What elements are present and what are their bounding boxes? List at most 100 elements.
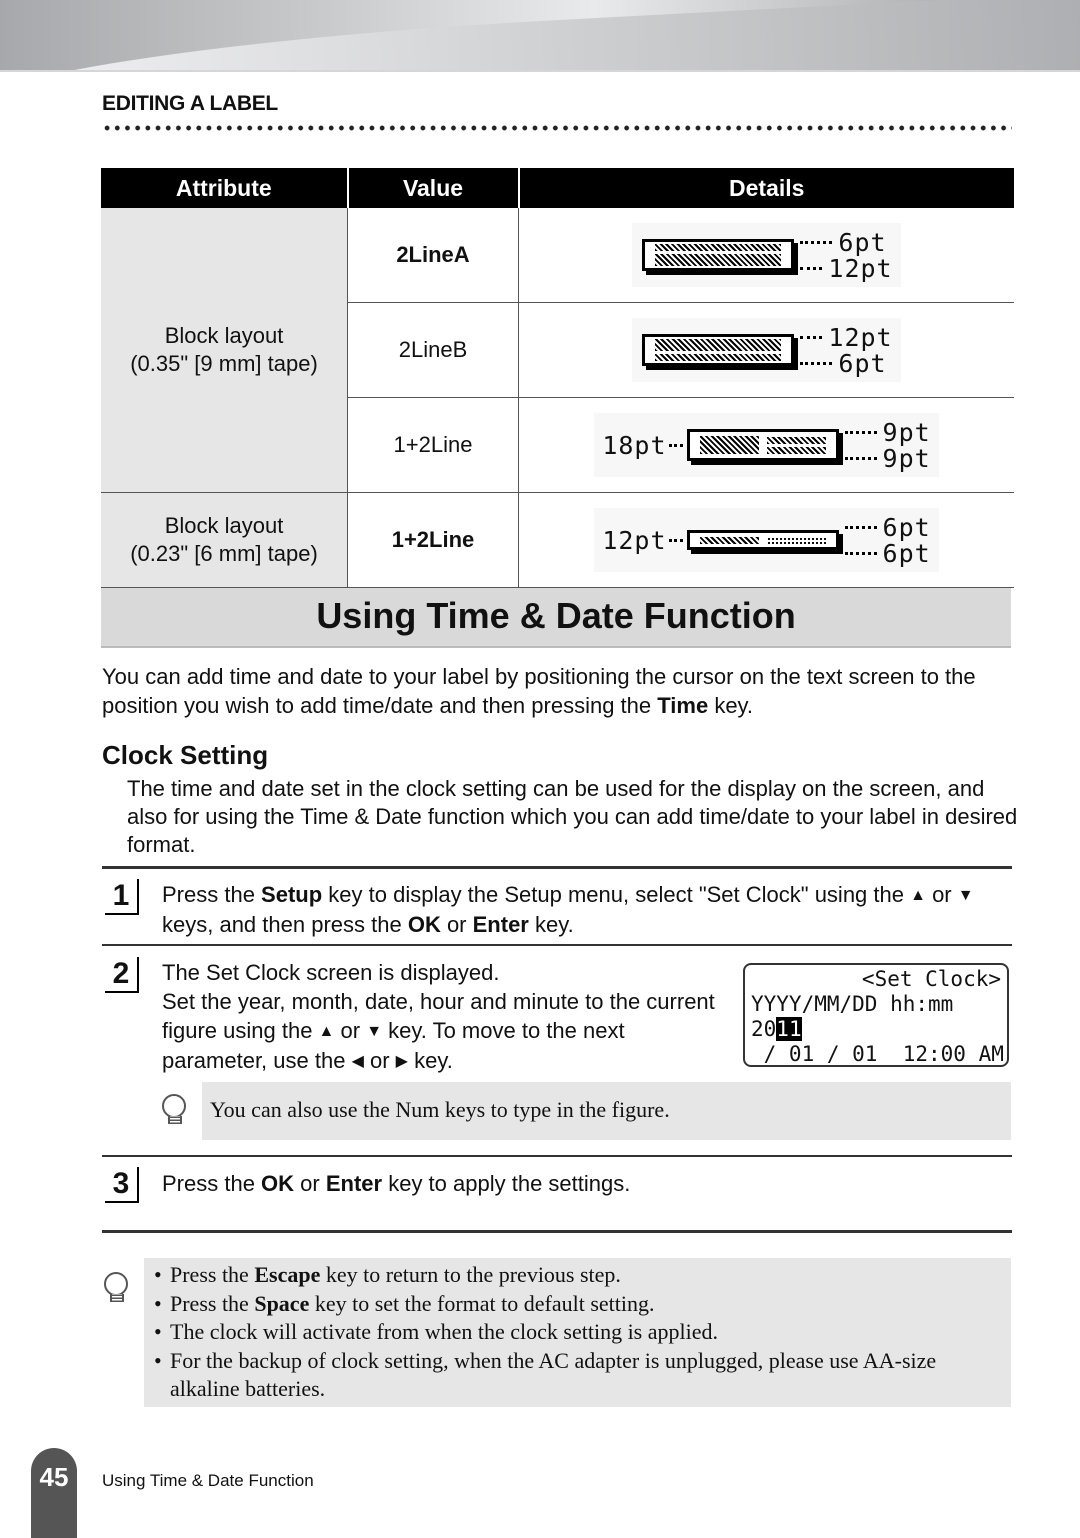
bulb-base [110,1294,124,1302]
notes-list: Press the Escape key to return to the pr… [148,1261,971,1404]
column-header-details: Details [518,168,1014,208]
attribute-cell: Block layout (0.23" [6 mm] tape) [101,492,348,588]
note-text: The clock will activate from when the cl… [170,1319,718,1344]
lcd-value-text: / 01 / 01 12:00 AM [751,1042,1004,1066]
size-label-row: 12pt [796,322,893,352]
leader-line [800,361,833,365]
size-label-row: 6pt [796,348,892,378]
text-lines-small [766,436,826,454]
size-label: 6pt [838,227,887,257]
attribute-line: (0.35" [9 mm] tape) [130,351,318,376]
tape-graphic [642,239,795,271]
size-label-row: 9pt [841,418,931,447]
dotted-divider [102,125,1012,131]
details-cell: 12pt 6pt [518,302,1014,398]
tip-box: You can also use the Num keys to type in… [202,1082,1011,1140]
bulb-glass [104,1272,128,1296]
layout-diagram-2linea: 6pt 12pt [632,223,901,287]
tape-graphic [686,429,839,461]
text-line-small [766,446,826,454]
step-text: or [925,882,958,907]
key-name: Setup [261,882,323,907]
size-label: 6pt [838,348,887,378]
note-text: Press the [170,1290,255,1316]
step-2-text: The Set Clock screen is displayed. Set t… [162,958,727,1076]
set-clock-lcd-screen: <Set Clock> YYYY/MM/DD hh:mm 2011 / 01 /… [743,963,1009,1067]
clock-setting-description: The time and date set in the clock setti… [127,776,1018,857]
size-label: 12pt [828,322,893,352]
step-text: or [334,1018,367,1043]
step-number: 3 [105,1167,139,1203]
text-line-large [699,536,759,544]
leader-line [844,456,877,460]
step-3-text: Press the OK or Enter key to apply the s… [162,1169,1012,1198]
leader-line [800,240,833,244]
down-arrow-icon: ▼ [366,1023,383,1040]
attribute-cell: Block layout (0.35" [9 mm] tape) [101,208,348,493]
left-arrow-icon: ◀ [351,1053,364,1070]
lightbulb-icon [104,1272,130,1306]
value-cell: 2LineA [347,208,519,303]
leader-line [844,551,877,555]
intro-text: key. [708,693,754,718]
size-label: 18pt [602,430,667,460]
step-text: The Set Clock screen is displayed. [162,960,500,985]
table-header-row: Attribute Value Details [101,168,1014,208]
layout-diagram-2lineb: 12pt 6pt [632,318,901,382]
text-line-large [655,254,782,266]
leader-line [800,335,823,339]
text-line-small [655,354,782,361]
key-name: Time [657,693,709,718]
size-label-row: 6pt [841,538,931,568]
key-name: Enter [325,1171,383,1196]
note-text: key to return to the previous step. [320,1262,621,1287]
tape-graphic [686,530,839,550]
lcd-format: YYYY/MM/DD hh:mm [751,992,954,1016]
leader-line [844,525,877,529]
size-label: 6pt [882,538,931,568]
step-text: Press the [162,1171,262,1196]
note-item: The clock will activate from when the cl… [148,1318,971,1347]
step-number: 1 [105,879,139,915]
size-label-row: 9pt [841,443,931,473]
details-cell: 12pt 6pt 6pt [518,492,1014,588]
attribute-line: Block layout [164,513,284,538]
notes-box: Press the Escape key to return to the pr… [144,1258,1011,1407]
size-label-row: 6pt [841,513,931,542]
table-row: Block layout (0.35" [9 mm] tape) 2LineA … [101,208,1014,493]
layout-table: Attribute Value Details Block layout (0.… [101,168,1014,588]
divider [102,944,1012,946]
leader-line [800,266,823,270]
tape-graphic [642,334,795,366]
banner-swoosh [0,0,1080,72]
column-header-attribute: Attribute [101,168,349,208]
page-number-tab: 45 [31,1448,77,1538]
key-name: OK [261,1171,295,1196]
leader-line [668,443,683,447]
size-label: 9pt [882,443,931,473]
step-text: or [363,1048,396,1073]
details-cell: 6pt 12pt [518,208,1014,303]
note-item: For the backup of clock setting, when th… [148,1347,971,1404]
text-line-large [699,436,759,454]
footer-title: Using Time & Date Function [102,1471,314,1490]
details-cell: 18pt 9pt 9pt [518,397,1014,493]
divider [102,1155,1012,1157]
layout-diagram-1plus2line-6mm: 12pt 6pt 6pt [594,508,939,572]
lcd-cursor-highlight: 11 [776,1017,802,1041]
value-cell: 1+2Line [347,492,519,588]
up-arrow-icon: ▲ [910,887,926,904]
step-text: Press the [162,882,262,907]
step-text: key to apply the settings. [382,1171,631,1196]
divider [102,1230,1012,1233]
step-1-text: Press the Setup key to display the Setup… [162,880,1012,939]
note-item: Press the Escape key to return to the pr… [148,1261,971,1290]
text-line-small [766,536,826,544]
size-label: 12pt [602,525,667,555]
step-text: or [440,912,473,937]
page-title: Using Time & Date Function [101,588,1011,648]
step-text: key. [528,912,574,937]
key-name: Escape [254,1262,321,1287]
banner-line [0,70,1080,72]
section-label: EDITING A LABEL [102,92,278,115]
